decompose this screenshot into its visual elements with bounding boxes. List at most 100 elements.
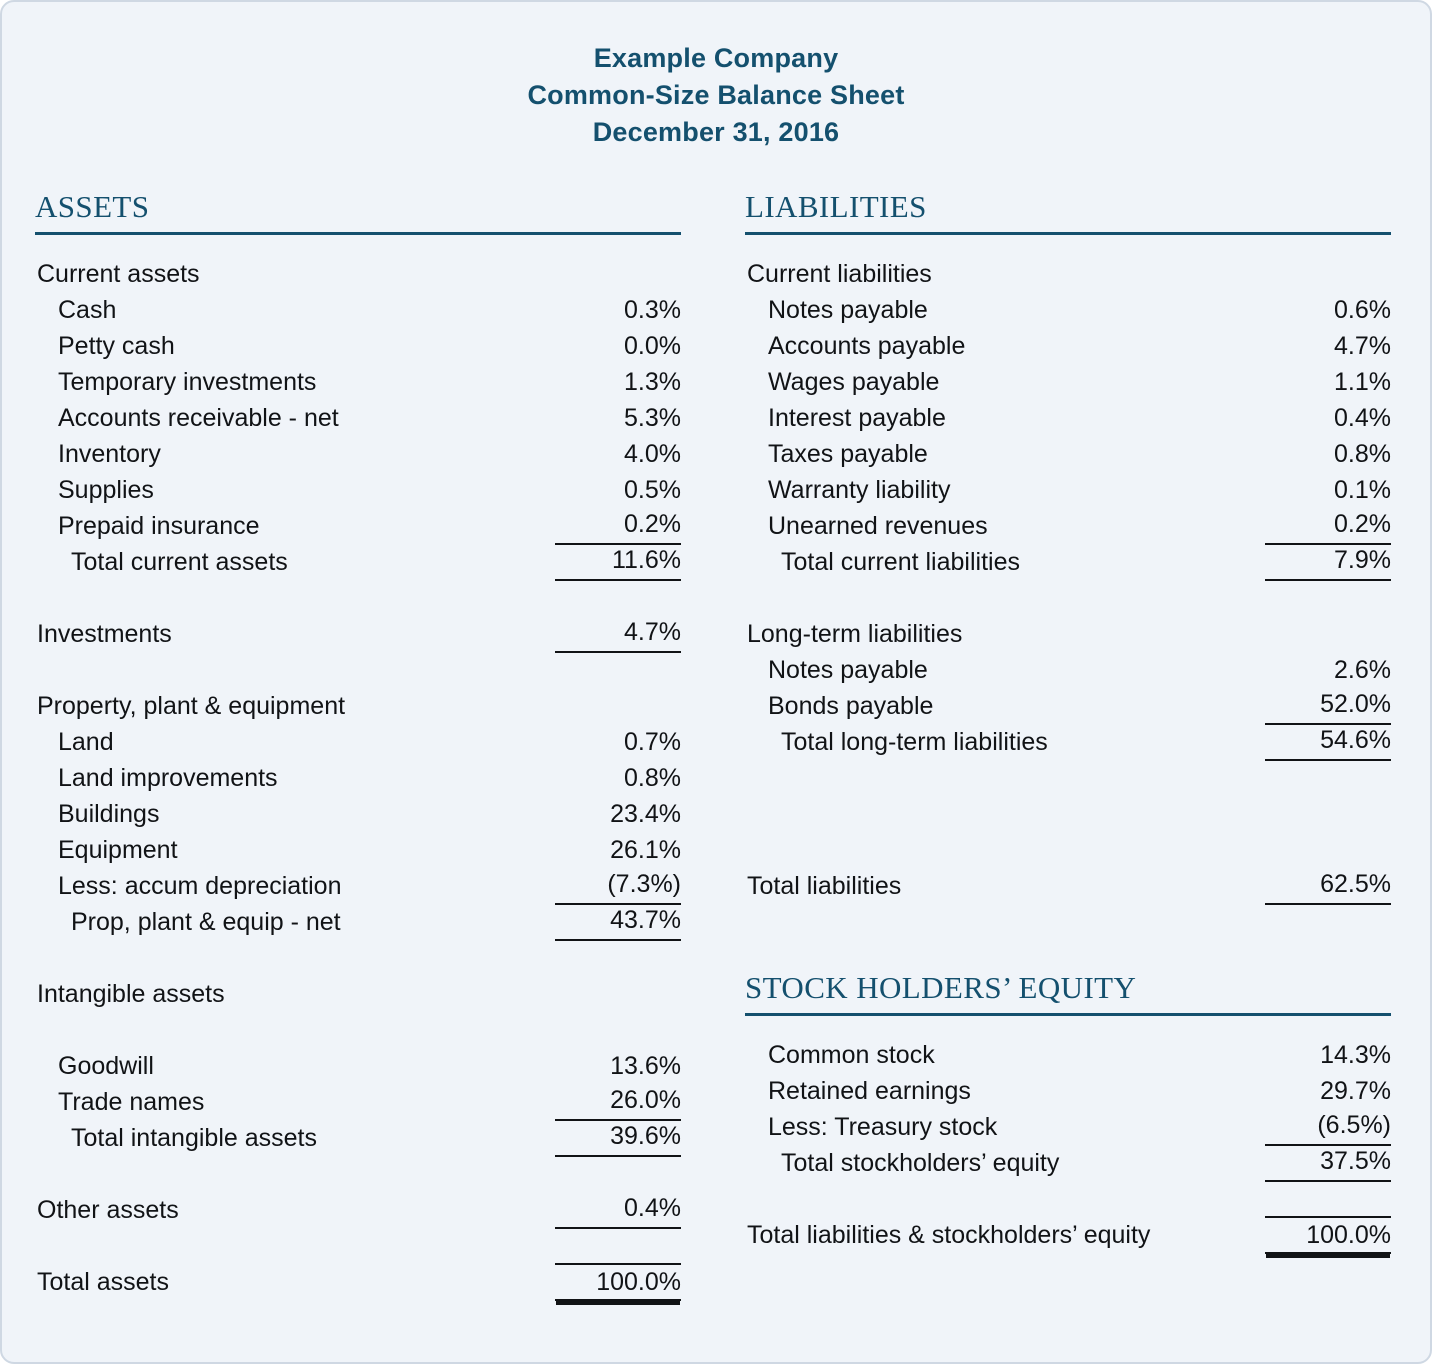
line-item-row: Inventory 4.0% (35, 437, 681, 473)
line-item-amount: 39.6% (555, 1121, 681, 1157)
line-item-amount: 43.7% (555, 905, 681, 941)
assets-column: ASSETS Current assets Cash 0.3% Petty cash 0… (35, 190, 681, 1301)
line-item-amount: 14.3% (1320, 1041, 1391, 1069)
line-item-amount: 54.6% (1265, 725, 1391, 761)
line-item-amount: (6.5%) (1265, 1110, 1391, 1146)
line-item-row: Less: Treasury stock (6.5%) (745, 1110, 1391, 1146)
line-item-amount: 52.0% (1265, 689, 1391, 725)
line-item-amount: 0.4% (555, 1193, 681, 1229)
line-item-row: Property, plant & equipment (35, 689, 681, 725)
line-item-row: Total long-term liabilities 54.6% (745, 725, 1391, 761)
line-item-label: Less: accum depreciation (58, 872, 342, 900)
line-item-label: Warranty liability (768, 476, 951, 504)
line-item-label: Bonds payable (768, 692, 934, 720)
line-item-amount: 1.3% (624, 368, 681, 396)
line-item-label (745, 829, 1265, 833)
line-item-label (35, 685, 555, 689)
line-item-row: Buildings 23.4% (35, 797, 681, 833)
line-item-label: Total liabilities & stockholders’ equity (747, 1221, 1151, 1249)
line-item-label: Intangible assets (37, 980, 225, 1008)
row-spacer (745, 1182, 1391, 1218)
line-item-label: Land (58, 728, 114, 756)
line-item-row: Total liabilities & stockholders’ equity… (745, 1216, 1391, 1254)
row-spacer (35, 1013, 681, 1049)
line-item-row: Trade names 26.0% (35, 1085, 681, 1121)
line-item-row: Less: accum depreciation (7.3%) (35, 869, 681, 905)
line-item-amount: 0.4% (1334, 404, 1391, 432)
line-item-row: Cash 0.3% (35, 293, 681, 329)
line-item-row: Total current liabilities 7.9% (745, 545, 1391, 581)
line-item-label: Trade names (58, 1088, 205, 1116)
liabilities-rows: Current liabilities Notes payable 0.6% Acco… (745, 257, 1391, 905)
line-item-label: Supplies (58, 476, 154, 504)
line-item-row: Unearned revenues 0.2% (745, 509, 1391, 545)
row-spacer (745, 797, 1391, 833)
line-item-row: Interest payable 0.4% (745, 401, 1391, 437)
line-item-label: Taxes payable (768, 440, 928, 468)
line-item-label (35, 613, 555, 617)
row-spacer (745, 833, 1391, 869)
line-item-row: Other assets 0.4% (35, 1193, 681, 1229)
line-item-label: Total liabilities (747, 872, 902, 900)
line-item-amount: 11.6% (555, 545, 681, 581)
line-item-row: Prop, plant & equip - net 43.7% (35, 905, 681, 941)
line-item-row: Goodwill 13.6% (35, 1049, 681, 1085)
line-item-amount: 0.0% (624, 332, 681, 360)
equity-rows: Common stock 14.3% Retained earnings 29.7% L… (745, 1038, 1391, 1182)
line-item-amount (1265, 613, 1391, 617)
line-item-row: Intangible assets (35, 977, 681, 1013)
line-item-label: Long-term liabilities (747, 620, 963, 648)
line-item-label: Less: Treasury stock (768, 1113, 998, 1141)
statement-date: December 31, 2016 (592, 117, 840, 147)
line-item-row: Total liabilities 62.5% (745, 869, 1391, 905)
line-item-amount: 5.3% (624, 404, 681, 432)
line-item-amount: (7.3%) (555, 869, 681, 905)
row-spacer (35, 1157, 681, 1193)
line-item-amount: 4.7% (1334, 332, 1391, 360)
line-item-amount: 26.0% (555, 1085, 681, 1121)
line-item-row: Accounts payable 4.7% (745, 329, 1391, 365)
line-item-amount: 0.2% (555, 509, 681, 545)
line-item-row: Wages payable 1.1% (745, 365, 1391, 401)
line-item-row: Supplies 0.5% (35, 473, 681, 509)
line-item-row: Taxes payable 0.8% (745, 437, 1391, 473)
line-item-label: Current liabilities (747, 260, 932, 288)
line-item-row: Notes payable 2.6% (745, 653, 1391, 689)
line-item-label: Total intangible assets (71, 1124, 317, 1152)
line-item-row: Long-term liabilities (745, 617, 1391, 653)
line-item-row: Retained earnings 29.7% (745, 1074, 1391, 1110)
line-item-amount: 100.0% (1265, 1216, 1391, 1254)
line-item-row: Investments 4.7% (35, 617, 681, 653)
line-item-row: Bonds payable 52.0% (745, 689, 1391, 725)
line-item-amount: 0.1% (1334, 476, 1391, 504)
line-item-label: Equipment (58, 836, 178, 864)
line-item-amount: 13.6% (610, 1052, 681, 1080)
line-item-row: Temporary investments 1.3% (35, 365, 681, 401)
row-spacer (35, 1229, 681, 1265)
line-item-row: Total stockholders’ equity 37.5% (745, 1146, 1391, 1182)
line-item-label: Interest payable (768, 404, 946, 432)
line-item-label: Total assets (37, 1268, 170, 1296)
company-name: Example Company (593, 43, 839, 73)
line-item-label (745, 865, 1265, 869)
line-item-amount (555, 289, 681, 293)
line-item-row: Land improvements 0.8% (35, 761, 681, 797)
line-item-amount: 4.0% (624, 440, 681, 468)
line-item-row: Current assets (35, 257, 681, 293)
line-item-amount: 0.3% (624, 296, 681, 324)
line-item-label: Inventory (58, 440, 161, 468)
balance-sheet-columns: ASSETS Current assets Cash 0.3% Petty cash 0… (2, 190, 1430, 1301)
balance-sheet-page: Example Company Common-Size Balance Shee… (0, 0, 1432, 1364)
line-item-amount: 26.1% (610, 836, 681, 864)
line-item-amount: 1.1% (1334, 368, 1391, 396)
line-item-amount: 62.5% (1265, 869, 1391, 905)
line-item-label: Investments (37, 620, 172, 648)
line-item-amount (1265, 829, 1391, 833)
line-item-amount: 4.7% (555, 617, 681, 653)
line-item-label: Notes payable (768, 656, 928, 684)
line-item-label: Buildings (58, 800, 160, 828)
row-spacer (35, 653, 681, 689)
line-item-row: Prepaid insurance 0.2% (35, 509, 681, 545)
line-item-label: Land improvements (58, 764, 278, 792)
line-item-row: Accounts receivable - net 5.3% (35, 401, 681, 437)
